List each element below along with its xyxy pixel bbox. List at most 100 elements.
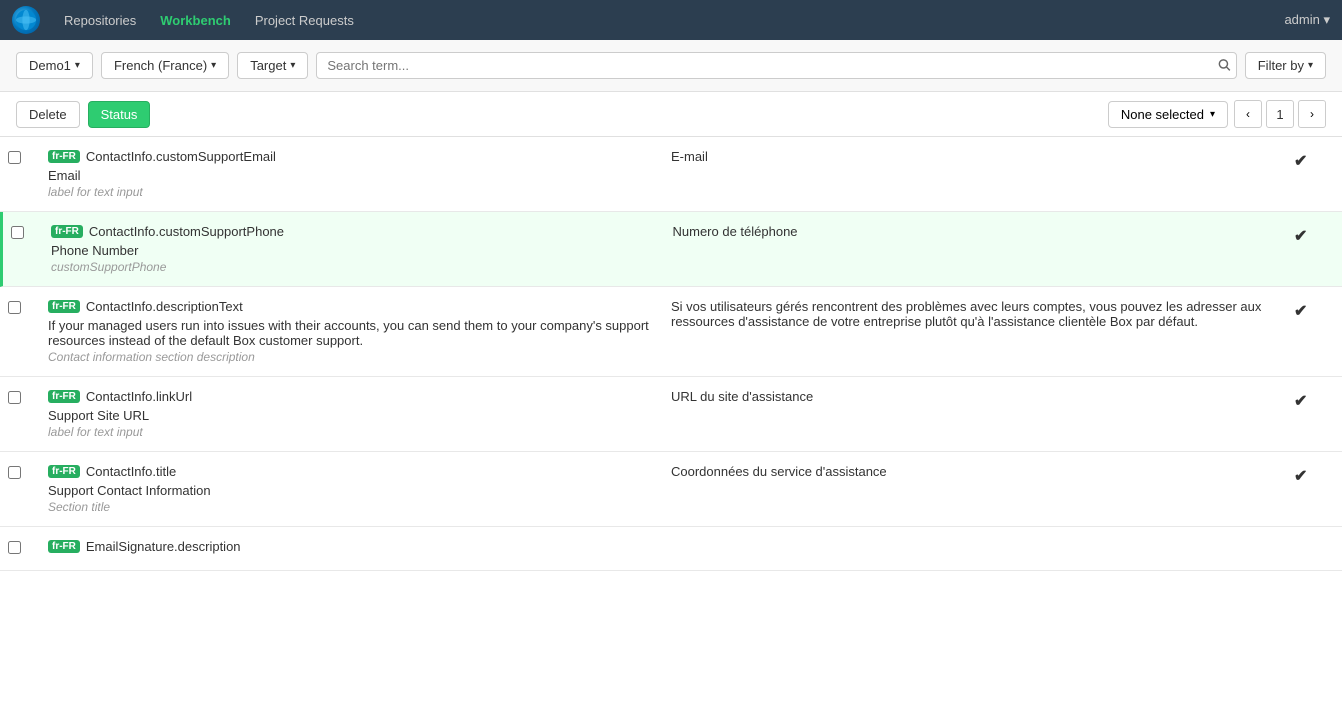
lang-badge: fr-FR [51, 225, 83, 238]
row-checkbox-cell [8, 539, 48, 554]
search-button[interactable] [1217, 57, 1231, 74]
row-checkbox[interactable] [8, 466, 21, 479]
demo-caret-icon: ▾ [75, 60, 80, 71]
translation-col: URL du site d'assistance [671, 389, 1294, 404]
row-checkbox-cell [8, 299, 48, 314]
filter-caret-icon: ▾ [1308, 60, 1313, 71]
key-label: ContactInfo.customSupportPhone [89, 224, 284, 239]
source-col: fr-FR ContactInfo.customSupportPhone Phone… [51, 224, 673, 274]
key-label: EmailSignature.description [86, 539, 241, 554]
translation-text: Si vos utilisateurs gérés rencontrent de… [671, 299, 1278, 329]
source-text: Support Contact Information [48, 483, 655, 498]
row-key: fr-FR EmailSignature.description [48, 539, 655, 554]
status-col: ✔ [1294, 224, 1334, 246]
source-col: fr-FR ContactInfo.customSupportEmail Email… [48, 149, 671, 199]
row-key: fr-FR ContactInfo.linkUrl [48, 389, 655, 404]
table-row: fr-FR ContactInfo.customSupportEmail Email… [0, 137, 1342, 212]
source-description: Contact information section description [48, 350, 655, 364]
key-label: ContactInfo.descriptionText [86, 299, 243, 314]
key-label: ContactInfo.customSupportEmail [86, 149, 276, 164]
row-checkbox[interactable] [8, 301, 21, 314]
language-dropdown[interactable]: French (France) ▾ [101, 52, 229, 79]
none-selected-caret-icon: ▾ [1210, 109, 1215, 120]
row-checkbox[interactable] [8, 391, 21, 404]
app-logo [12, 6, 40, 34]
source-col: fr-FR ContactInfo.descriptionText If your … [48, 299, 671, 364]
page-number: 1 [1266, 100, 1294, 128]
translation-text: URL du site d'assistance [671, 389, 1278, 404]
row-key: fr-FR ContactInfo.title [48, 464, 655, 479]
approved-checkmark-icon: ✔ [1294, 391, 1307, 411]
delete-button[interactable]: Delete [16, 101, 80, 128]
status-col: ✔ [1294, 149, 1334, 171]
table-row: fr-FR EmailSignature.description [0, 527, 1342, 571]
translation-table: fr-FR ContactInfo.customSupportEmail Email… [0, 137, 1342, 571]
source-text: If your managed users run into issues wi… [48, 318, 655, 348]
action-bar: Delete Status None selected ▾ ‹ 1 › [0, 92, 1342, 137]
lang-badge: fr-FR [48, 150, 80, 163]
approved-checkmark-icon: ✔ [1294, 466, 1307, 486]
translation-col: Numero de téléphone [673, 224, 1295, 239]
target-caret-icon: ▾ [290, 60, 295, 71]
row-checkbox[interactable] [8, 541, 21, 554]
source-text: Support Site URL [48, 408, 655, 423]
status-button[interactable]: Status [88, 101, 151, 128]
page-navigation: ‹ 1 › [1234, 100, 1326, 128]
source-col: fr-FR EmailSignature.description [48, 539, 671, 558]
lang-badge: fr-FR [48, 300, 80, 313]
key-label: ContactInfo.title [86, 464, 176, 479]
language-caret-icon: ▾ [211, 60, 216, 71]
source-description: customSupportPhone [51, 260, 657, 274]
source-text: Phone Number [51, 243, 657, 258]
nav-workbench[interactable]: Workbench [160, 13, 231, 28]
main-nav: Repositories Workbench Project Requests … [0, 0, 1342, 40]
row-checkbox-cell [8, 464, 48, 479]
key-label: ContactInfo.linkUrl [86, 389, 192, 404]
next-page-button[interactable]: › [1298, 100, 1326, 128]
translation-col: E-mail [671, 149, 1294, 164]
row-key: fr-FR ContactInfo.customSupportPhone [51, 224, 657, 239]
source-description: label for text input [48, 185, 655, 199]
source-col: fr-FR ContactInfo.title Support Contact In… [48, 464, 671, 514]
table-row: fr-FR ContactInfo.linkUrl Support Site URL… [0, 377, 1342, 452]
translation-text: Numero de téléphone [673, 224, 1279, 239]
lang-badge: fr-FR [48, 390, 80, 403]
row-checkbox-cell [11, 224, 51, 239]
demo-dropdown[interactable]: Demo1 ▾ [16, 52, 93, 79]
approved-checkmark-icon: ✔ [1294, 151, 1307, 171]
approved-checkmark-icon: ✔ [1294, 226, 1307, 246]
row-key: fr-FR ContactInfo.customSupportEmail [48, 149, 655, 164]
search-box [316, 52, 1236, 79]
pagination-area: None selected ▾ ‹ 1 › [1108, 100, 1326, 128]
search-input[interactable] [316, 52, 1236, 79]
user-menu[interactable]: admin ▾ [1284, 12, 1330, 28]
row-checkbox[interactable] [11, 226, 24, 239]
status-col [1294, 539, 1334, 541]
status-col: ✔ [1294, 299, 1334, 321]
row-checkbox[interactable] [8, 151, 21, 164]
toolbar: Demo1 ▾ French (France) ▾ Target ▾ Filte… [0, 40, 1342, 92]
filter-dropdown[interactable]: Filter by ▾ [1245, 52, 1326, 79]
table-row: fr-FR ContactInfo.customSupportPhone Phone… [0, 212, 1342, 287]
nav-project-requests[interactable]: Project Requests [255, 13, 354, 28]
row-checkbox-cell [8, 149, 48, 164]
approved-checkmark-icon: ✔ [1294, 301, 1307, 321]
nav-repositories[interactable]: Repositories [64, 13, 136, 28]
source-text: Email [48, 168, 655, 183]
source-description: Section title [48, 500, 655, 514]
target-dropdown[interactable]: Target ▾ [237, 52, 308, 79]
lang-badge: fr-FR [48, 540, 80, 553]
translation-text: Coordonnées du service d'assistance [671, 464, 1278, 479]
translation-col: Coordonnées du service d'assistance [671, 464, 1294, 479]
translation-col: Si vos utilisateurs gérés rencontrent de… [671, 299, 1294, 329]
table-row: fr-FR ContactInfo.title Support Contact In… [0, 452, 1342, 527]
table-row: fr-FR ContactInfo.descriptionText If your … [0, 287, 1342, 377]
none-selected-dropdown[interactable]: None selected ▾ [1108, 101, 1228, 128]
prev-page-button[interactable]: ‹ [1234, 100, 1262, 128]
lang-badge: fr-FR [48, 465, 80, 478]
source-col: fr-FR ContactInfo.linkUrl Support Site URL… [48, 389, 671, 439]
status-col: ✔ [1294, 389, 1334, 411]
source-description: label for text input [48, 425, 655, 439]
status-col: ✔ [1294, 464, 1334, 486]
row-key: fr-FR ContactInfo.descriptionText [48, 299, 655, 314]
